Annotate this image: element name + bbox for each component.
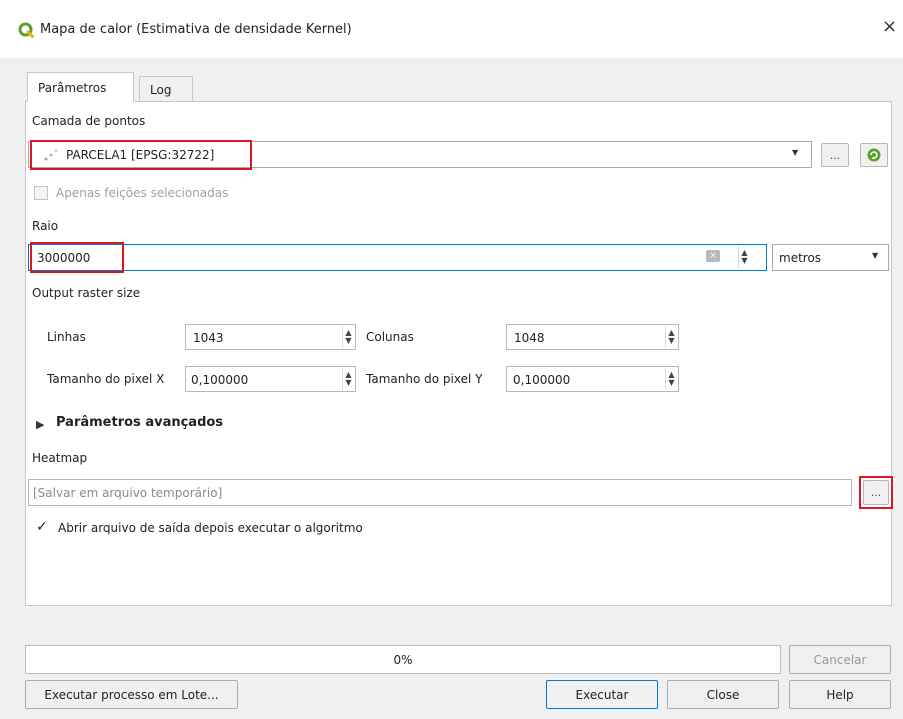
run-button[interactable]: Executar <box>546 680 658 709</box>
pixel-x-spinner[interactable]: ▲ ▼ <box>342 368 354 390</box>
layer-value: PARCELA1 [EPSG:32722] <box>66 148 215 162</box>
qgis-logo-icon <box>18 22 34 38</box>
cancel-button[interactable]: Cancelar <box>789 645 891 674</box>
rows-label: Linhas <box>47 330 86 344</box>
open-output-label: Abrir arquivo de saída depois executar o… <box>58 521 363 535</box>
radius-label: Raio <box>32 219 59 233</box>
chevron-down-icon[interactable]: ▼ <box>792 148 798 157</box>
cols-value: 1048 <box>514 331 545 345</box>
tab-log[interactable]: Log <box>139 76 193 102</box>
pixel-x-label: Tamanho do pixel X <box>47 372 165 386</box>
window-title: Mapa de calor (Estimativa de densidade K… <box>40 22 352 37</box>
pixel-y-label: Tamanho do pixel Y <box>366 372 483 386</box>
selected-only-label: Apenas feições selecionadas <box>56 186 229 200</box>
close-button[interactable]: Close <box>667 680 779 709</box>
refresh-icon <box>867 148 881 162</box>
tab-label: Log <box>150 83 172 97</box>
radius-unit-value: metros <box>779 251 822 265</box>
raster-size-label: Output raster size <box>32 286 141 300</box>
advanced-parameters-toggle[interactable]: Parâmetros avançados <box>56 415 223 430</box>
rows-value: 1043 <box>193 331 224 345</box>
radius-input[interactable] <box>28 244 767 271</box>
rows-spinner[interactable]: ▲ ▼ <box>342 326 354 348</box>
cols-spinner[interactable]: ▲ ▼ <box>665 326 677 348</box>
pixel-y-spinner[interactable]: ▲ ▼ <box>665 368 677 390</box>
progress-bar: 0% <box>25 645 781 674</box>
triangle-right-icon[interactable]: ▶ <box>36 418 44 431</box>
radius-value: 3000000 <box>37 251 91 265</box>
heatmap-label: Heatmap <box>32 451 88 465</box>
pixel-x-value: 0,100000 <box>191 373 249 387</box>
cols-label: Colunas <box>366 330 414 344</box>
pixel-y-value: 0,100000 <box>513 373 571 387</box>
layer-label: Camada de pontos <box>32 114 146 128</box>
help-button[interactable]: Help <box>789 680 891 709</box>
chevron-down-icon[interactable]: ▼ <box>872 251 878 260</box>
checkmark-icon[interactable]: ✓ <box>36 519 48 535</box>
refresh-button[interactable] <box>860 143 888 167</box>
tab-parametros[interactable]: Parâmetros <box>27 72 134 102</box>
tab-label: Parâmetros <box>38 81 107 95</box>
heatmap-placeholder: [Salvar em arquivo temporário] <box>33 486 223 500</box>
heatmap-browse-button[interactable]: ... <box>863 480 889 505</box>
radius-spinner[interactable]: ▲ ▼ <box>738 246 750 268</box>
selected-only-checkbox[interactable] <box>34 186 48 200</box>
close-icon[interactable]: × <box>882 16 897 37</box>
point-layer-icon <box>44 149 58 161</box>
progress-text: 0% <box>393 652 413 667</box>
batch-process-button[interactable]: Executar processo em Lote... <box>25 680 238 709</box>
layer-browse-button[interactable]: ... <box>821 143 849 167</box>
clear-field-icon[interactable]: × <box>706 250 720 262</box>
